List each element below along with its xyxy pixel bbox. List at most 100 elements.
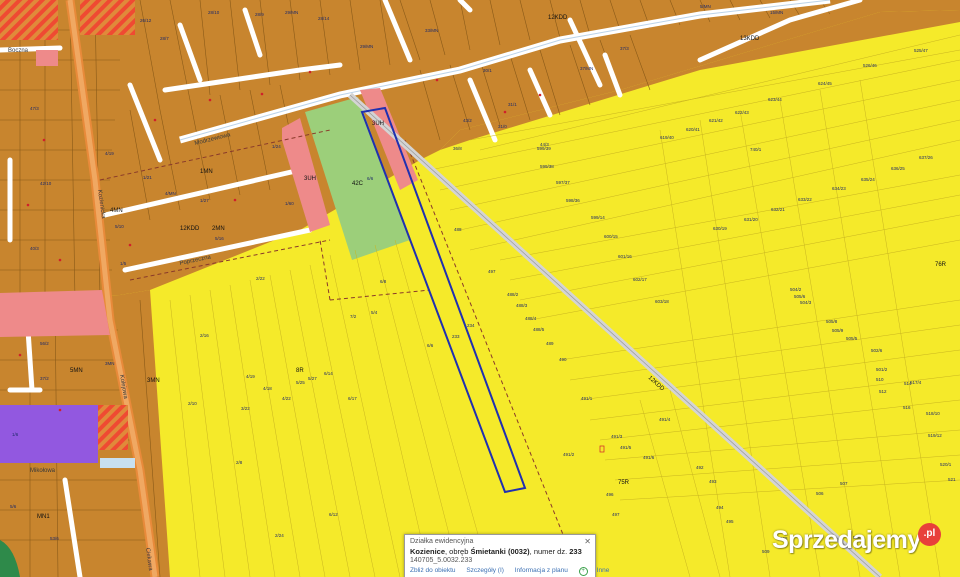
svg-text:630/19: 630/19	[713, 226, 727, 231]
popup-precinct-text: , obręb	[445, 547, 471, 556]
svg-text:505/5: 505/5	[846, 336, 858, 341]
svg-text:525/47: 525/47	[914, 48, 928, 53]
hatched-zone-left	[96, 405, 128, 450]
svg-text:495: 495	[726, 519, 734, 524]
svg-text:4/18: 4/18	[263, 386, 272, 391]
svg-text:6/12: 6/12	[329, 512, 338, 517]
svg-text:30/1: 30/1	[483, 68, 492, 73]
svg-text:600/15: 600/15	[604, 234, 618, 239]
svg-text:2/24: 2/24	[275, 533, 284, 538]
svg-text:603/18: 603/18	[655, 299, 669, 304]
sprzedajemy-badge: .pl	[918, 523, 941, 546]
svg-text:491/1: 491/1	[581, 396, 593, 401]
svg-text:497: 497	[612, 512, 620, 517]
zone-label-5mn: 5MN	[70, 368, 83, 374]
zoning-map-canvas[interactable]: 599/39599/38597/37 598/36599/14600/15 60…	[0, 0, 960, 577]
svg-text:504/2: 504/2	[790, 287, 802, 292]
svg-text:5/25: 5/25	[296, 380, 305, 385]
svg-text:28/14: 28/14	[318, 16, 330, 21]
road-segment	[100, 458, 135, 468]
zone-label-12kdd: 12KDD	[548, 15, 568, 21]
svg-text:488: 488	[454, 227, 462, 232]
svg-text:31/1: 31/1	[508, 102, 517, 107]
svg-text:634/23: 634/23	[832, 186, 846, 191]
zone-label-42c: 42C	[352, 181, 364, 187]
svg-text:5/10: 5/10	[115, 224, 124, 229]
sprzedajemy-watermark: Sprzedajemy	[772, 526, 921, 554]
svg-text:234: 234	[467, 323, 475, 328]
svg-text:492: 492	[696, 465, 704, 470]
svg-text:505/6: 505/6	[794, 294, 806, 299]
svg-text:635/24: 635/24	[861, 177, 875, 182]
popup-number-text: , numer dz.	[529, 547, 570, 556]
svg-text:1/24: 1/24	[272, 144, 281, 149]
svg-text:6/14: 6/14	[324, 371, 333, 376]
svg-text:631/20: 631/20	[744, 217, 758, 222]
svg-text:56/2: 56/2	[40, 341, 49, 346]
svg-text:505/8: 505/8	[826, 319, 838, 324]
svg-text:619/40: 619/40	[660, 135, 674, 140]
svg-text:4/MN: 4/MN	[165, 191, 176, 196]
svg-text:599/14: 599/14	[591, 215, 605, 220]
popup-location: Kozienice	[410, 547, 446, 556]
svg-text:602/17: 602/17	[633, 277, 647, 282]
svg-text:490: 490	[559, 357, 567, 362]
svg-text:5/6: 5/6	[10, 504, 17, 509]
plan-info-link[interactable]: Informacja z planu	[515, 567, 568, 574]
svg-text:520/1: 520/1	[940, 462, 952, 467]
svg-text:501/2: 501/2	[876, 367, 888, 372]
svg-text:4/19: 4/19	[105, 151, 114, 156]
svg-text:1/27: 1/27	[200, 198, 209, 203]
close-icon[interactable]: ✕	[584, 537, 591, 546]
svg-text:1/5: 1/5	[120, 261, 127, 266]
zone-label-3uh-b: 3UH	[372, 121, 384, 127]
popup-links: Zbliż do obiektu Szczegóły (I) Informacj…	[410, 567, 627, 576]
zoom-to-object-link[interactable]: Zbliż do obiektu	[410, 567, 456, 574]
svg-text:5/16: 5/16	[215, 236, 224, 241]
svg-text:518/10: 518/10	[926, 411, 940, 416]
road-label-c: Boczna	[8, 48, 29, 54]
svg-text:502/6: 502/6	[871, 348, 883, 353]
svg-text:740/1: 740/1	[750, 147, 762, 152]
svg-text:28/9: 28/9	[255, 12, 264, 17]
road-label-d: Mikołowa	[30, 468, 56, 474]
svg-text:624/45: 624/45	[818, 81, 832, 86]
hatched-zone-top	[80, 0, 135, 35]
svg-text:4/22: 4/22	[282, 396, 291, 401]
svg-text:637/26: 637/26	[919, 155, 933, 160]
other-link[interactable]: + Inne	[578, 567, 619, 576]
svg-text:623/44: 623/44	[768, 97, 782, 102]
svg-text:2/8: 2/8	[236, 460, 243, 465]
svg-text:599/38: 599/38	[540, 164, 554, 169]
svg-text:494: 494	[716, 505, 724, 510]
svg-text:37/2: 37/2	[40, 376, 49, 381]
svg-text:3MN: 3MN	[105, 361, 115, 366]
svg-text:1/21: 1/21	[143, 175, 152, 180]
zone-label-mn1: MN1	[37, 514, 50, 520]
popup-parcel-description: Kozienice, obręb Śmietanki (0032), numer…	[410, 547, 582, 556]
svg-text:521: 521	[948, 477, 956, 482]
svg-text:2/10: 2/10	[188, 401, 197, 406]
svg-text:37/3: 37/3	[620, 46, 629, 51]
svg-text:2/16: 2/16	[200, 333, 209, 338]
svg-text:37/MN: 37/MN	[580, 66, 593, 71]
svg-text:1/6: 1/6	[12, 432, 19, 437]
svg-text:6/8: 6/8	[380, 279, 387, 284]
svg-text:233: 233	[452, 334, 460, 339]
zone-label-4mn: 4MN	[110, 208, 123, 214]
svg-text:6/6: 6/6	[367, 176, 374, 181]
details-link[interactable]: Szczegóły (I)	[466, 567, 504, 574]
map-view[interactable]: 599/39 599/38 597/37 598/36 599/14 600/15 60…	[0, 0, 960, 577]
svg-text:491/4: 491/4	[659, 417, 671, 422]
popup-parcel-identifier: 140705_5.0032.233	[410, 557, 473, 564]
svg-text:53/6: 53/6	[50, 536, 59, 541]
svg-text:3/22: 3/22	[241, 406, 250, 411]
svg-text:597/37: 597/37	[556, 180, 570, 185]
svg-text:497: 497	[488, 269, 496, 274]
svg-text:601/16: 601/16	[618, 254, 632, 259]
svg-text:28/7: 28/7	[160, 36, 169, 41]
svg-text:496: 496	[606, 492, 614, 497]
svg-text:526/46: 526/46	[863, 63, 877, 68]
other-link-label: Inne	[596, 567, 610, 574]
svg-text:33/MN: 33/MN	[425, 28, 438, 33]
